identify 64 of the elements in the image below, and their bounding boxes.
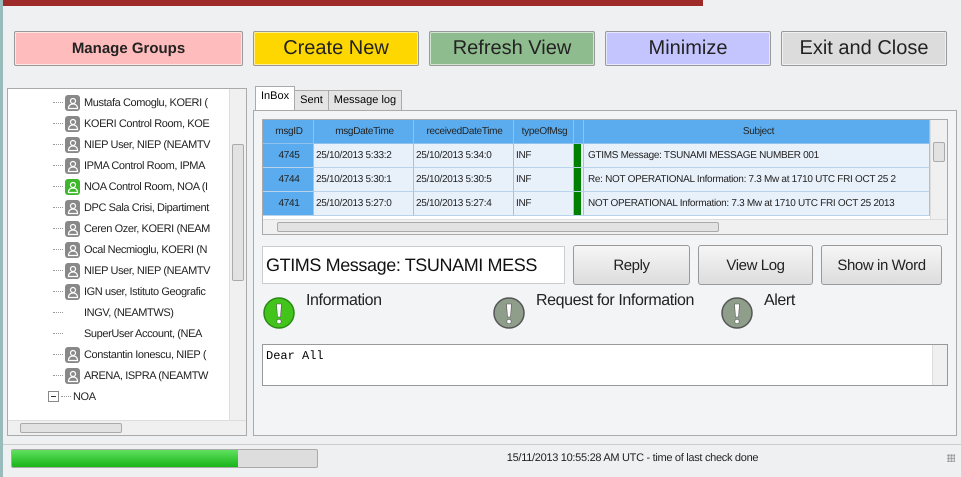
column-header[interactable]: typeOfMsg xyxy=(514,120,574,144)
status-text: 15/11/2013 10:55:28 AM UTC - time of last check done xyxy=(506,452,760,464)
tree-item[interactable]: IPMA Control Room, IPMA xyxy=(84,160,206,172)
toolbar-button[interactable]: Exit and Close xyxy=(781,31,947,66)
tree-item[interactable]: NOA Control Room, NOA (I xyxy=(84,180,208,192)
toolbar-button[interactable]: Create New xyxy=(253,31,419,66)
table-cell: 25/10/2013 5:30:1 xyxy=(314,168,414,192)
vertical-scrollbar[interactable] xyxy=(930,120,947,219)
tree-item[interactable]: Ceren Ozer, KOERI (NEAM xyxy=(84,222,210,234)
column-header[interactable]: msgDateTime xyxy=(314,120,414,144)
tree-item[interactable]: INGV, (NEAMTWS) xyxy=(84,306,174,318)
action-button[interactable]: Show in Word xyxy=(821,245,942,285)
message-type-label: Information xyxy=(306,292,382,310)
horizontal-scrollbar[interactable] xyxy=(263,219,947,234)
message-body-field[interactable]: Dear All xyxy=(262,344,948,386)
tree-item[interactable]: DPC Sala Crisi, Dipartiment xyxy=(84,202,209,214)
table-cell: GTIMS Message: TSUNAMI MESSAGE NUMBER 001 xyxy=(584,144,930,168)
tab[interactable]: Message log xyxy=(328,90,402,110)
tree-item[interactable]: KOERI Control Room, KOE xyxy=(84,118,210,130)
table-cell: Re: NOT OPERATIONAL Information: 7.3 Mw at 1710 UTC FRI OCT 25 2 xyxy=(584,168,930,192)
tree-item[interactable]: NIEP User, NIEP (NEAMTV xyxy=(84,264,210,276)
column-header[interactable]: receivedDateTime xyxy=(414,120,514,144)
exclamation-icon[interactable] xyxy=(492,296,526,330)
subject-field[interactable]: GTIMS Message: TSUNAMI MESS xyxy=(262,246,565,284)
row-header[interactable]: 4745 xyxy=(263,144,314,168)
message-type-label: Request for Information xyxy=(536,292,694,310)
tree-item[interactable]: NOA xyxy=(73,390,96,402)
table-cell: 25/10/2013 5:33:2 xyxy=(314,144,414,168)
exclamation-icon[interactable] xyxy=(262,296,296,330)
vertical-scrollbar[interactable] xyxy=(229,89,246,420)
table-cell: 25/10/2013 5:34:0 xyxy=(414,144,514,168)
tree-item[interactable]: Constantin Ionescu, NIEP ( xyxy=(84,348,206,360)
column-header[interactable]: msgID xyxy=(263,120,314,144)
table-cell: INF xyxy=(514,144,574,168)
horizontal-scrollbar[interactable] xyxy=(8,420,246,435)
message-body-text: Dear All xyxy=(265,348,325,365)
column-header[interactable]: Subject xyxy=(584,120,930,144)
row-header[interactable]: 4741 xyxy=(263,192,314,216)
row-header[interactable]: 4744 xyxy=(263,168,314,192)
tree-item[interactable]: ARENA, ISPRA (NEAMTW xyxy=(84,370,208,382)
action-button[interactable]: Reply xyxy=(573,245,690,285)
resize-grip-icon[interactable] xyxy=(947,454,955,462)
table-cell: INF xyxy=(514,168,574,192)
toolbar-button[interactable]: Manage Groups xyxy=(14,31,243,66)
table-cell: 25/10/2013 5:30:5 xyxy=(414,168,514,192)
column-header xyxy=(574,120,584,144)
tree-item[interactable]: Mustafa Comoglu, KOERI ( xyxy=(84,96,208,108)
toolbar-button[interactable]: Minimize xyxy=(605,31,771,66)
tree-item[interactable]: Ocal Necmioglu, KOERI (N xyxy=(84,244,208,256)
vertical-scrollbar[interactable] xyxy=(932,345,947,385)
exclamation-icon[interactable] xyxy=(720,296,754,330)
table-cell: NOT OPERATIONAL Information: 7.3 Mw at 1710 UTC FRI OCT 25 2013 xyxy=(584,192,930,216)
tree-item[interactable]: IGN user, Istituto Geografic xyxy=(84,286,206,298)
tree-item[interactable]: NIEP User, NIEP (NEAMTV xyxy=(84,138,210,150)
table-cell: INF xyxy=(514,192,574,216)
table-cell: 25/10/2013 5:27:4 xyxy=(414,192,514,216)
message-type-label: Alert xyxy=(764,292,795,310)
tab[interactable]: InBox xyxy=(255,86,296,110)
collapse-icon[interactable] xyxy=(48,391,59,402)
action-button[interactable]: View Log xyxy=(698,245,813,285)
table-cell: 25/10/2013 5:27:0 xyxy=(314,192,414,216)
tab[interactable]: Sent xyxy=(294,90,329,110)
toolbar-button[interactable]: Refresh View xyxy=(429,31,595,66)
tree-item[interactable]: SuperUser Account, (NEA xyxy=(84,328,202,340)
